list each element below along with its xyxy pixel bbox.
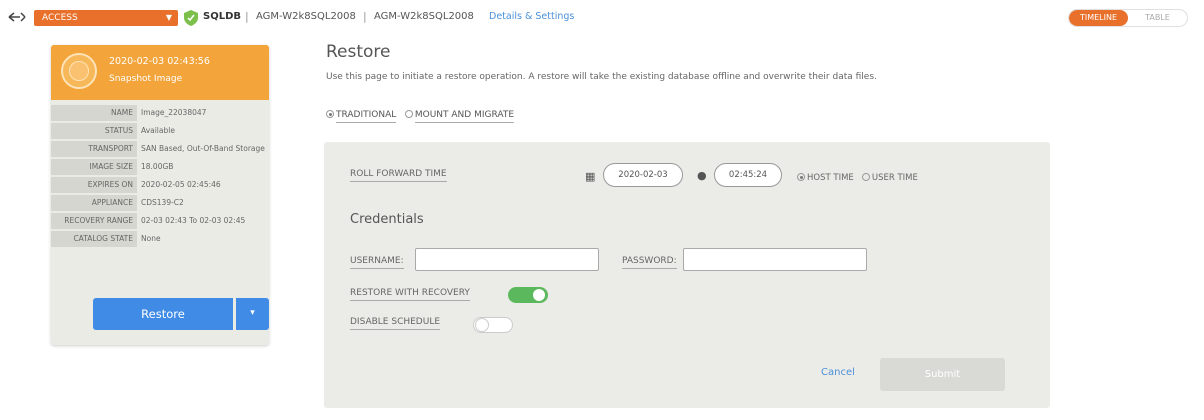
detail-row: EXPIRES ON 2020-02-05 02:45:46 <box>51 177 269 193</box>
breadcrumb-database: AGM-W2k8SQL2008 <box>374 11 474 22</box>
radio-icon <box>797 173 805 181</box>
detail-value: 18.00GB <box>141 162 174 171</box>
detail-value: SAN Based, Out-Of-Band Storage <box>141 144 265 153</box>
timeline-view-button[interactable]: TIMELINE <box>1069 10 1128 26</box>
restore-options-button[interactable]: ▾ <box>236 298 269 330</box>
table-view-button[interactable]: TABLE <box>1128 10 1187 26</box>
snapshot-details: NAME Image_22038047 STATUS Available TRA… <box>51 105 269 249</box>
restore-button[interactable]: Restore <box>93 298 233 330</box>
access-label: ACCESS <box>42 13 78 23</box>
radio-icon <box>404 110 413 118</box>
restore-split-button: Restore ▾ <box>93 298 269 330</box>
restore-form-panel: ROLL FORWARD TIME ▦ 2020-02-03 ● 02:45:2… <box>324 142 1050 408</box>
shield-icon <box>184 10 198 26</box>
snapshot-icon <box>61 53 97 89</box>
mode-label: TRADITIONAL <box>336 110 397 123</box>
password-label: PASSWORD: <box>622 256 677 269</box>
details-settings-link[interactable]: Details & Settings <box>489 11 574 22</box>
detail-key: IMAGE SIZE <box>51 159 137 175</box>
calendar-icon[interactable]: ▦ <box>585 170 595 183</box>
detail-key: STATUS <box>51 123 137 139</box>
detail-value: None <box>141 234 161 243</box>
credentials-title: Credentials <box>350 212 424 227</box>
detail-value: 02-03 02:43 To 02-03 02:45 <box>141 216 246 225</box>
restore-with-recovery-toggle[interactable] <box>508 287 548 303</box>
host-time-option[interactable]: HOST TIME <box>797 173 854 183</box>
mode-label: MOUNT AND MIGRATE <box>414 110 515 123</box>
radio-icon <box>326 110 334 118</box>
detail-value: Available <box>141 126 175 135</box>
breadcrumb-host: AGM-W2k8SQL2008 <box>256 11 356 22</box>
time-mode-label: USER TIME <box>871 173 918 183</box>
restore-with-recovery-label: RESTORE WITH RECOVERY <box>350 288 470 301</box>
detail-row: RECOVERY RANGE 02-03 02:43 To 02-03 02:4… <box>51 213 269 229</box>
detail-row: APPLIANCE CDS139-C2 <box>51 195 269 211</box>
snapshot-datetime: 2020-02-03 02:43:56 <box>109 56 210 67</box>
separator: | <box>245 10 249 23</box>
toggle-knob <box>475 318 489 332</box>
top-bar: ACCESS ▼ SQLDB | AGM-W2k8SQL2008 | AGM-W… <box>0 0 1204 40</box>
disable-schedule-toggle[interactable] <box>473 317 513 333</box>
clock-icon[interactable]: ● <box>697 169 707 182</box>
username-field[interactable] <box>415 248 599 271</box>
detail-key: RECOVERY RANGE <box>51 213 137 229</box>
username-label: USERNAME: <box>350 256 404 269</box>
roll-forward-label: ROLL FORWARD TIME <box>350 169 447 182</box>
detail-key: EXPIRES ON <box>51 177 137 193</box>
app-name: SQLDB <box>203 11 241 22</box>
detail-row: NAME Image_22038047 <box>51 105 269 121</box>
radio-icon <box>861 173 870 181</box>
access-dropdown[interactable]: ACCESS ▼ <box>34 10 178 26</box>
detail-value: 2020-02-05 02:45:46 <box>141 180 221 189</box>
detail-key: NAME <box>51 105 137 121</box>
page-title: Restore <box>326 42 391 62</box>
date-picker[interactable]: 2020-02-03 <box>603 163 683 187</box>
mode-traditional[interactable]: TRADITIONAL <box>326 110 397 123</box>
submit-button[interactable]: Submit <box>880 358 1005 391</box>
chevron-down-icon: ▼ <box>165 13 172 22</box>
detail-value: CDS139-C2 <box>141 198 184 207</box>
toggle-knob <box>532 288 546 302</box>
snapshot-card: 2020-02-03 02:43:56 Snapshot Image NAME … <box>51 45 269 345</box>
back-arrow-icon[interactable] <box>8 10 26 24</box>
page-description: Use this page to initiate a restore oper… <box>326 72 877 82</box>
detail-value: Image_22038047 <box>141 108 207 117</box>
time-mode-label: HOST TIME <box>807 173 854 183</box>
disable-schedule-label: DISABLE SCHEDULE <box>350 317 441 330</box>
detail-key: CATALOG STATE <box>51 231 137 247</box>
view-toggle: TIMELINE TABLE <box>1068 9 1188 27</box>
detail-key: TRANSPORT <box>51 141 137 157</box>
detail-key: APPLIANCE <box>51 195 137 211</box>
detail-row: CATALOG STATE None <box>51 231 269 247</box>
mode-mount-and-migrate[interactable]: MOUNT AND MIGRATE <box>404 110 515 123</box>
user-time-option[interactable]: USER TIME <box>861 173 918 183</box>
snapshot-subtitle: Snapshot Image <box>109 74 183 84</box>
snapshot-card-header: 2020-02-03 02:43:56 Snapshot Image <box>51 45 269 100</box>
detail-row: TRANSPORT SAN Based, Out-Of-Band Storage <box>51 141 269 157</box>
detail-row: STATUS Available <box>51 123 269 139</box>
detail-row: IMAGE SIZE 18.00GB <box>51 159 269 175</box>
cancel-button[interactable]: Cancel <box>821 367 855 378</box>
restore-mode-selector: TRADITIONAL MOUNT AND MIGRATE <box>326 110 515 123</box>
separator: | <box>363 10 367 23</box>
time-mode-selector: HOST TIME USER TIME <box>797 173 918 183</box>
chevron-down-icon: ▾ <box>250 308 255 318</box>
password-field[interactable] <box>683 248 867 271</box>
time-picker[interactable]: 02:45:24 <box>714 163 782 187</box>
